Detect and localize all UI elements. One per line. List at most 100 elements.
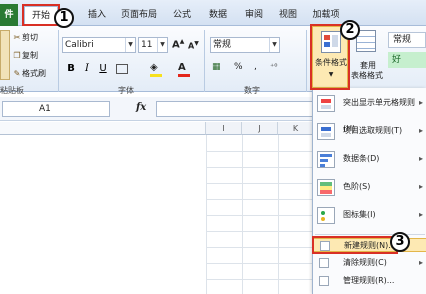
italic-button[interactable]: I (80, 62, 94, 76)
tab-data[interactable]: 数据 (202, 6, 234, 26)
formula-input[interactable] (156, 101, 314, 117)
number-group-label: 数字 (244, 86, 260, 95)
border-icon[interactable] (116, 64, 128, 74)
font-name-value: Calibri (65, 40, 94, 50)
column-header-i[interactable]: I (206, 122, 242, 135)
top-bottom-rules-icon (317, 123, 335, 140)
group-divider (58, 30, 59, 92)
menu-item-label: 色阶(S) (343, 182, 371, 191)
underline-button[interactable]: U (96, 62, 110, 76)
format-painter-label: 格式刷 (22, 69, 46, 78)
name-box[interactable]: A1 (2, 101, 110, 117)
menu-item-label: 清除规则(C) (343, 258, 387, 267)
step-marker-1: 1 (54, 8, 74, 28)
menu-item-top-bottom-rules[interactable]: 项目选取规则(T) ▸ (313, 118, 426, 144)
tab-review[interactable]: 审阅 (238, 6, 270, 26)
font-group-label: 字体 (118, 86, 134, 95)
menu-item-clear-rules[interactable]: 清除规则(C) ▸ (313, 256, 426, 270)
manage-rules-icon (319, 276, 329, 286)
menu-item-label: 数据条(D) (343, 154, 380, 163)
scissors-icon: ✂ (13, 33, 21, 42)
style-normal[interactable]: 常规 (388, 32, 426, 48)
table-format-label-2[interactable]: 表格格式 (346, 70, 388, 81)
color-scales-icon (317, 179, 335, 196)
column-header-k[interactable]: K (278, 122, 314, 135)
column-header-strip (0, 122, 206, 135)
menu-item-label: 图标集(I) (343, 210, 376, 219)
menu-item-icon-sets[interactable]: 图标集(I) ▸ (313, 202, 426, 228)
paste-button-edge[interactable] (0, 30, 10, 80)
font-color-icon: A (178, 62, 186, 73)
menu-item-manage-rules[interactable]: 管理规则(R)... (313, 274, 426, 288)
percent-icon[interactable]: % (234, 62, 243, 72)
grow-font-button[interactable]: A▲ (172, 38, 184, 50)
cut-label: 剪切 (22, 33, 38, 42)
gridline (206, 231, 314, 232)
tab-view[interactable]: 视图 (272, 6, 304, 26)
chevron-down-icon: ▼ (157, 38, 167, 52)
conditional-formatting-menu: 突出显示单元格规则(H) ▸ 项目选取规则(T) ▸ 数据条(D) ▸ 色阶(S… (312, 88, 426, 294)
step-marker-3: 3 (390, 232, 410, 252)
shrink-font-button[interactable]: A▼ (188, 40, 199, 51)
gridline (206, 279, 314, 280)
grow-font-label: A (172, 39, 180, 51)
chevron-right-icon: ▸ (418, 210, 423, 219)
gridline (206, 215, 314, 216)
tab-insert[interactable]: 插入 (82, 6, 112, 26)
worksheet-grid[interactable]: I J K (0, 122, 314, 294)
font-name-select[interactable]: Calibri ▼ (62, 37, 136, 53)
tab-file[interactable]: 件 (0, 4, 18, 26)
cell-reference: A1 (39, 104, 51, 114)
chevron-right-icon: ▸ (418, 258, 423, 267)
step-marker-2: 2 (340, 20, 360, 40)
tab-page-layout[interactable]: 页面布局 (116, 6, 162, 26)
bold-button[interactable]: B (64, 62, 78, 76)
gridline (206, 199, 314, 200)
gridline (206, 247, 314, 248)
gridline (206, 183, 314, 184)
menu-item-data-bars[interactable]: 数据条(D) ▸ (313, 146, 426, 172)
clipboard-group-label: 粘贴板 (0, 86, 24, 95)
group-divider (204, 30, 205, 92)
clear-rules-icon (319, 258, 329, 268)
chevron-right-icon: ▸ (418, 98, 423, 107)
style-good[interactable]: 好 (388, 52, 426, 68)
brush-icon: ✎ (13, 69, 21, 78)
tab-addins[interactable]: 加载项 (306, 6, 346, 26)
decimal-icon[interactable]: ⁺⁰ (270, 62, 277, 71)
font-color-button[interactable]: A (178, 62, 192, 77)
group-divider (306, 30, 307, 92)
comma-icon[interactable]: , (254, 62, 257, 72)
font-size-value: 11 (141, 40, 153, 50)
gridline (206, 151, 314, 152)
chevron-right-icon: ▸ (418, 154, 423, 163)
copy-icon: ❐ (13, 51, 21, 60)
menu-divider (315, 234, 425, 235)
menu-item-color-scales[interactable]: 色阶(S) ▸ (313, 174, 426, 200)
menu-item-label: 管理规则(R)... (343, 276, 395, 285)
number-format-value: 常规 (213, 40, 232, 50)
fx-icon[interactable]: fx (136, 102, 146, 113)
format-painter-button[interactable]: ✎ 格式刷 (12, 68, 46, 80)
currency-icon[interactable]: ▦ (212, 62, 221, 72)
menu-item-label: 项目选取规则(T) (343, 126, 403, 135)
copy-label: 复制 (22, 51, 38, 60)
chevron-right-icon: ▸ (418, 182, 423, 191)
menu-item-highlight-cells[interactable]: 突出显示单元格规则(H) ▸ (313, 90, 426, 133)
chevron-right-icon: ▸ (418, 126, 423, 135)
paint-bucket-icon: ◈ (150, 62, 158, 73)
column-header-j[interactable]: J (242, 122, 278, 135)
font-size-select[interactable]: 11 ▼ (138, 37, 168, 53)
callout-new-rule (312, 236, 398, 254)
tab-formulas[interactable]: 公式 (166, 6, 198, 26)
copy-button[interactable]: ❐复制 (12, 50, 38, 62)
fill-color-button[interactable]: ◈ (150, 62, 164, 77)
cut-button[interactable]: ✂ 剪切 (12, 32, 38, 44)
icon-sets-icon (317, 207, 335, 224)
styles-area: 套用 表格格式 常规 好 (350, 28, 426, 88)
data-bars-icon (317, 151, 335, 168)
chevron-down-icon: ▼ (125, 38, 135, 52)
number-format-select[interactable]: 常规 ▼ (210, 37, 280, 53)
chevron-down-icon: ▼ (269, 38, 279, 52)
gridline (206, 167, 314, 168)
